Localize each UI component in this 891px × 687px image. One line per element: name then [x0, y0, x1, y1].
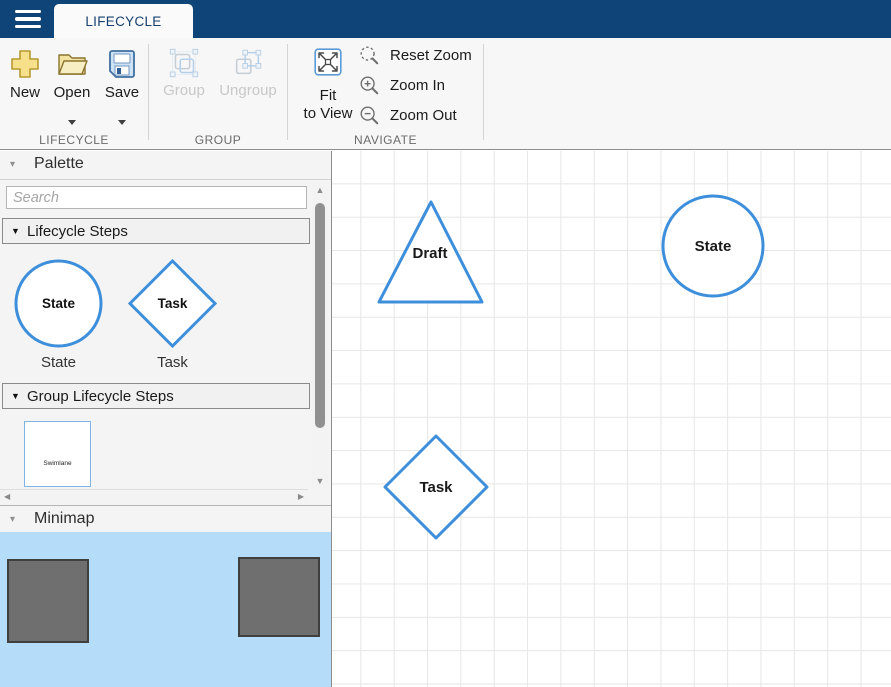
ungroup-button-label: Ungroup — [213, 82, 283, 99]
zoom-out-icon — [358, 104, 380, 126]
ribbon-separator — [483, 44, 484, 140]
reset-zoom-button[interactable]: Reset Zoom — [358, 43, 483, 67]
draft-shape-label: Draft — [412, 245, 447, 262]
section-title: Lifecycle Steps — [27, 223, 128, 240]
new-button-label: New — [2, 84, 48, 101]
vertical-scrollbar-thumb[interactable] — [315, 203, 325, 428]
titlebar: LIFECYCLE DESIGNER — [0, 0, 891, 38]
save-dropdown-caret[interactable] — [99, 120, 145, 125]
palette-item-caption-task: Task — [127, 354, 218, 371]
minimap-node — [7, 559, 89, 643]
state-shape-text: State — [42, 296, 76, 311]
open-button[interactable]: Open — [49, 46, 95, 101]
zoom-in-button[interactable]: Zoom In — [358, 73, 483, 97]
left-panel: ▾ Palette ▼ Lifecycle Steps State Task S… — [0, 151, 331, 687]
ribbon-section-label-lifecycle: LIFECYCLE — [0, 133, 148, 147]
zoom-in-icon — [358, 74, 380, 96]
zoom-in-label: Zoom In — [390, 77, 445, 94]
group-button[interactable]: Group — [155, 46, 213, 99]
hamburger-menu-icon[interactable] — [15, 10, 43, 28]
new-plus-icon — [7, 46, 43, 82]
swimlane-shape-text: Swimlane — [25, 460, 90, 467]
palette-item-swimlane[interactable]: Swimlane — [24, 421, 91, 487]
palette-item-state[interactable]: State — [13, 258, 104, 354]
ribbon-section-label-group: GROUP — [149, 133, 287, 147]
ribbon-section-label-navigate: NAVIGATE — [288, 133, 483, 147]
hamburger-bar — [15, 10, 41, 13]
ribbon-section-group: Group Ungroup GROUP — [149, 38, 287, 150]
minimap-title: Minimap — [34, 510, 94, 528]
ribbon-toolstrip: New Open Save LIFECYCLE — [0, 38, 891, 150]
section-title: Group Lifecycle Steps — [27, 388, 174, 405]
palette-item-caption-state: State — [13, 354, 104, 371]
task-shape-text: Task — [158, 296, 188, 311]
reset-zoom-icon — [358, 44, 380, 66]
group-button-label: Group — [155, 82, 213, 99]
hamburger-bar — [15, 25, 41, 28]
section-header-group-lifecycle-steps[interactable]: ▼ Group Lifecycle Steps — [2, 383, 310, 409]
scroll-down-icon[interactable]: ▼ — [312, 476, 328, 486]
open-dropdown-caret[interactable] — [49, 120, 95, 125]
section-header-lifecycle-steps[interactable]: ▼ Lifecycle Steps — [2, 218, 310, 244]
ungroup-icon — [231, 46, 265, 80]
zoom-out-button[interactable]: Zoom Out — [358, 103, 483, 127]
canvas-shape-state-circle[interactable]: State — [663, 196, 763, 296]
lifecycle-designer-app: LIFECYCLE DESIGNER New Open — [0, 0, 891, 687]
section-collapse-icon[interactable]: ▼ — [11, 391, 20, 401]
scroll-right-icon[interactable]: ▶ — [298, 492, 304, 501]
palette-search-input[interactable] — [6, 186, 307, 209]
open-button-label: Open — [49, 84, 95, 101]
ribbon-section-lifecycle: New Open Save LIFECYCLE — [0, 38, 148, 150]
task-diamond-shape: Task — [127, 258, 218, 349]
fit-to-view-icon — [314, 48, 342, 76]
task-shape-label: Task — [419, 479, 453, 496]
tab-lifecycle-designer[interactable]: LIFECYCLE DESIGNER — [54, 4, 193, 38]
scroll-left-icon[interactable]: ◀ — [4, 492, 10, 501]
palette-item-task[interactable]: Task — [127, 258, 218, 354]
scroll-up-icon[interactable]: ▲ — [312, 185, 328, 195]
ribbon-section-navigate: Fit to View Reset Zoom Zoom In — [288, 38, 483, 150]
minimap-view[interactable] — [0, 532, 331, 687]
minimap-node — [238, 557, 320, 637]
minimap-collapse-icon[interactable]: ▾ — [10, 514, 15, 525]
state-circle-shape: State — [13, 258, 104, 349]
section-collapse-icon[interactable]: ▼ — [11, 226, 20, 236]
palette-vertical-scrollbar[interactable]: ▲ ▼ — [312, 183, 328, 488]
diagram-canvas[interactable]: Draft State Task — [331, 151, 891, 687]
fit-to-view-label-line2: to View — [300, 105, 356, 123]
minimap-header[interactable]: ▾ Minimap — [0, 505, 331, 532]
new-button[interactable]: New — [2, 46, 48, 101]
fit-to-view-label-line1: Fit — [300, 87, 356, 105]
save-button-label: Save — [99, 84, 145, 101]
canvas-shapes: Draft State Task — [332, 151, 891, 687]
palette-horizontal-scrollbar[interactable]: ◀ ▶ — [0, 489, 308, 503]
group-icon — [167, 46, 201, 80]
palette-header[interactable]: ▾ Palette — [0, 151, 331, 180]
canvas-shape-task-diamond[interactable]: Task — [385, 436, 487, 538]
hamburger-bar — [15, 17, 41, 20]
zoom-out-label: Zoom Out — [390, 107, 457, 124]
reset-zoom-label: Reset Zoom — [390, 47, 472, 64]
save-button[interactable]: Save — [99, 46, 145, 101]
palette-collapse-icon[interactable]: ▾ — [10, 159, 15, 170]
save-disk-icon — [104, 46, 140, 82]
canvas-shape-draft-triangle[interactable]: Draft — [379, 202, 482, 302]
open-folder-icon — [54, 46, 90, 82]
fit-to-view-button[interactable]: Fit to View — [300, 48, 356, 123]
palette-title: Palette — [34, 155, 84, 173]
state-shape-label: State — [695, 238, 732, 255]
ungroup-button[interactable]: Ungroup — [213, 46, 283, 99]
